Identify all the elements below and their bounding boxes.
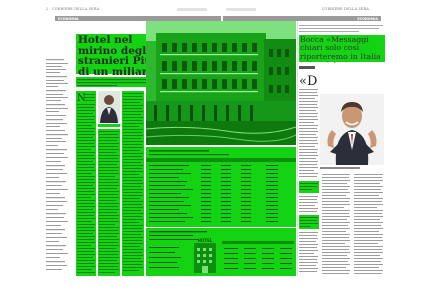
masthead-left: CORRIERE DELLA SERA	[52, 7, 100, 11]
article-column-2	[98, 129, 120, 276]
portrait-photo-left	[98, 91, 120, 123]
interview-label	[299, 66, 315, 69]
section-label-left: ECONOMIA	[58, 16, 79, 21]
newspaper-spread-page: 2 CORRIERE DELLA SERA CORRIERE DELLA SER…	[0, 0, 422, 287]
section-label-right: ECONOMIA	[357, 16, 378, 21]
interview-column-1: «D	[299, 74, 319, 272]
article-column-3	[122, 91, 144, 276]
portrait-caption-left	[98, 124, 120, 127]
interview-column-3	[354, 174, 383, 274]
big-quote-mark: «D	[299, 74, 317, 89]
right-standfirst	[299, 25, 383, 32]
article-column-1: N	[76, 91, 96, 276]
page-number: 2	[46, 7, 49, 11]
dateline-left	[177, 8, 207, 11]
interview-column-2	[322, 174, 350, 274]
newspaper-spread: 2 CORRIERE DELLA SERA CORRIERE DELLA SER…	[46, 7, 387, 282]
data-table: HOTEL	[146, 150, 296, 273]
index-column-lines	[46, 59, 68, 270]
masthead-right: CORRIERE DELLA SERA	[321, 7, 369, 11]
dateline-right	[226, 8, 256, 11]
right-headline: Bocca «Messaggi chiari solo così riporte…	[300, 36, 381, 63]
hotel-sign-text: HOTEL	[198, 238, 213, 243]
index-column	[46, 59, 70, 274]
portrait-photo-right	[320, 94, 384, 165]
hotel-building-photo	[146, 21, 296, 145]
page-gutter	[297, 21, 298, 276]
portrait-caption-right	[320, 167, 360, 169]
